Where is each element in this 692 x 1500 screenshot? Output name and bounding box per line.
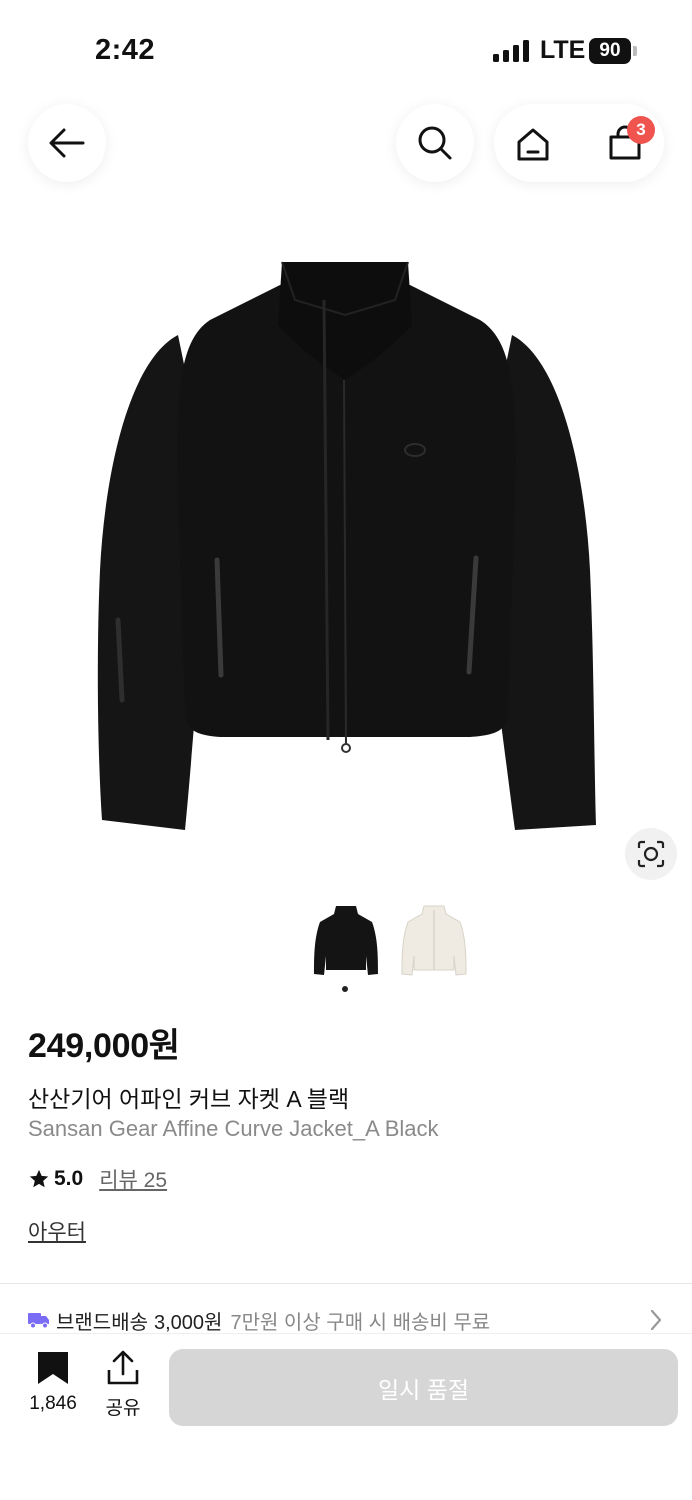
signal-icon (493, 40, 529, 62)
status-bar: 2:42 LTE 90 (0, 0, 692, 100)
product-price: 249,000원 (28, 1027, 180, 1065)
network-type: LTE (540, 36, 586, 64)
category-link[interactable]: 아우터 (28, 1216, 86, 1246)
search-icon (418, 126, 452, 160)
carousel-indicator (342, 986, 348, 992)
product-name-english: Sansan Gear Affine Curve Jacket_A Black (28, 1116, 439, 1141)
battery-tip (633, 46, 637, 56)
rating-score: 5.0 (54, 1167, 84, 1190)
black-jacket-thumbnail[interactable] (310, 898, 382, 982)
share-label: 공유 (105, 1398, 141, 1419)
camera-lens-icon (637, 840, 665, 868)
truck-icon (28, 1313, 49, 1329)
share-icon (107, 1350, 139, 1385)
shipping-type: 브랜드배송 (56, 1311, 148, 1334)
image-search-button[interactable] (625, 828, 677, 880)
divider (0, 1283, 692, 1284)
shipping-fee: 3,000원 (154, 1311, 223, 1334)
shipping-note: 7만원 이상 구매 시 배송비 무료 (230, 1311, 491, 1334)
home-icon (517, 128, 549, 161)
ivory-jacket-thumbnail[interactable] (398, 898, 470, 982)
soldout-button[interactable]: 일시 품절 (169, 1349, 678, 1426)
search-button[interactable] (396, 104, 474, 182)
back-arrow-icon (49, 128, 85, 158)
bookmark-icon (38, 1352, 68, 1384)
status-time: 2:42 (95, 34, 156, 66)
home-button[interactable] (510, 122, 556, 166)
share-button[interactable] (100, 1350, 146, 1391)
back-button[interactable] (28, 104, 106, 182)
review-link[interactable]: 리뷰 25 (99, 1164, 167, 1194)
black-jacket-image[interactable] (60, 240, 632, 860)
cart-count-badge: 3 (627, 116, 655, 144)
product-name-korean: 산산기어 어파인 커브 자켓 A 블랙 (28, 1086, 350, 1112)
shipping-row[interactable]: 브랜드배송 3,000원 7만원 이상 구매 시 배송비 무료 (28, 1305, 490, 1335)
chevron-right-icon (650, 1309, 662, 1331)
bookmark-count: 1,846 (29, 1393, 77, 1414)
battery-icon: 90 (589, 38, 631, 64)
bookmark-button[interactable] (22, 1350, 84, 1391)
star-icon (29, 1169, 49, 1188)
rating-row: 5.0 리뷰 25 (28, 1164, 167, 1194)
